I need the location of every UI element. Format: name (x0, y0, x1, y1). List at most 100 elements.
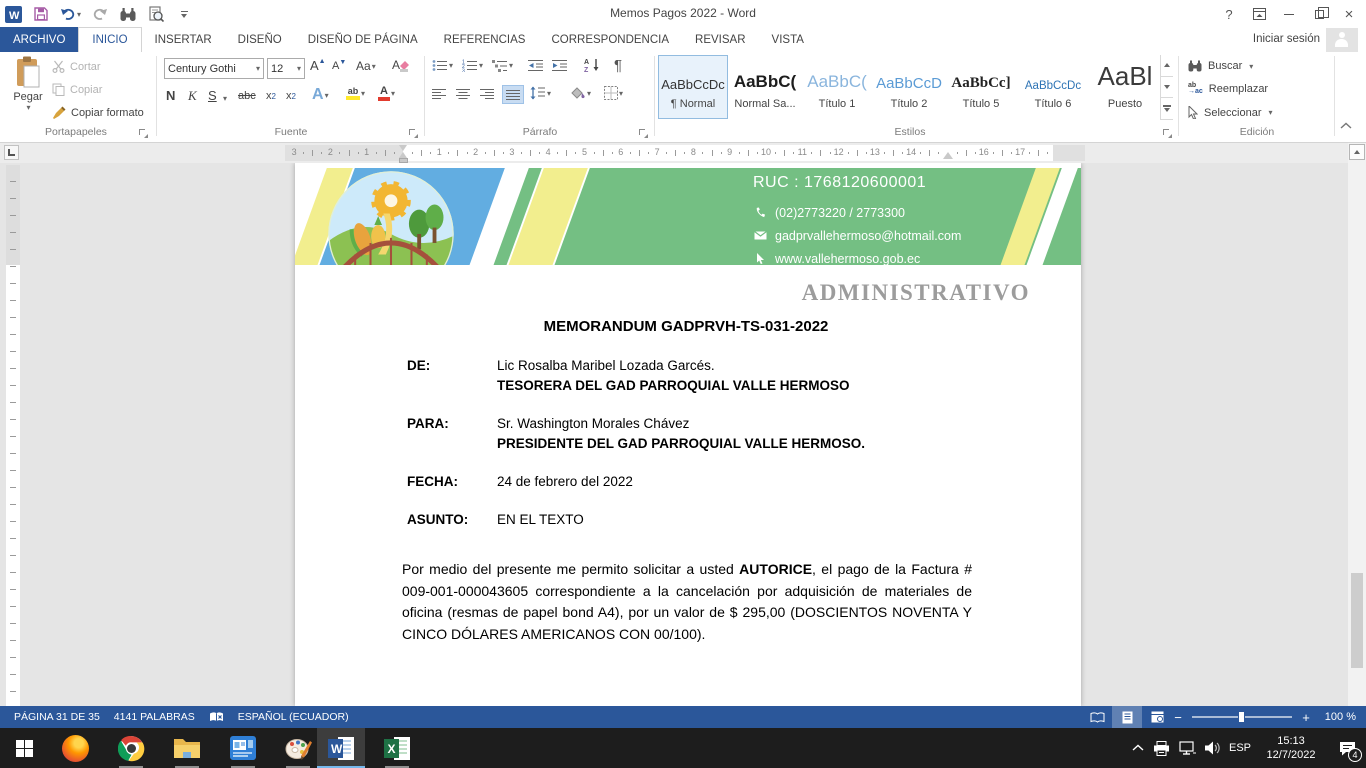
read-mode-button[interactable] (1082, 706, 1112, 728)
clipboard-dialog-launcher[interactable] (138, 128, 148, 138)
web-layout-button[interactable] (1142, 706, 1172, 728)
superscript-button[interactable]: x2 (286, 90, 296, 102)
styles-dialog-launcher[interactable] (1162, 128, 1172, 138)
taskbar-excel[interactable]: X (373, 728, 421, 768)
tab-archivo[interactable]: ARCHIVO (0, 27, 78, 52)
action-center-button[interactable]: 4 (1332, 728, 1362, 768)
scrollbar-thumb[interactable] (1351, 573, 1363, 668)
grow-font-button[interactable]: A▲ (310, 58, 326, 73)
first-line-indent-marker[interactable] (399, 145, 407, 151)
borders-button[interactable]: ▾ (604, 86, 623, 100)
cut-button[interactable]: Cortar (52, 60, 101, 73)
taskbar-blue-app[interactable] (219, 728, 267, 768)
start-button[interactable] (0, 728, 48, 768)
style-título-1[interactable]: AaBbC(Título 1 (802, 55, 872, 119)
paste-button[interactable]: Pegar ▾ (8, 56, 48, 122)
highlight-button[interactable]: ab▾ (346, 86, 365, 100)
shading-button[interactable]: ▾ (570, 86, 591, 100)
zoom-slider[interactable] (1192, 716, 1292, 718)
horizontal-ruler[interactable]: 12312345678910111213141617 (285, 145, 1085, 161)
styles-gallery-expand-button[interactable] (1161, 98, 1173, 120)
language-tray[interactable]: ESP (1229, 742, 1251, 754)
taskbar-firefox[interactable] (51, 728, 99, 768)
style-normal[interactable]: AaBbCcDc¶ Normal (658, 55, 728, 119)
word-count[interactable]: 4141 PALABRAS (114, 711, 195, 723)
shrink-font-button[interactable]: A▼ (332, 60, 346, 72)
replace-button[interactable]: ab→ac Reemplazar (1188, 83, 1268, 95)
find-menu-button[interactable]: Buscar▾ (1188, 60, 1253, 72)
taskbar-chrome[interactable] (107, 728, 155, 768)
tab-referencias[interactable]: REFERENCIAS (431, 27, 539, 52)
decrease-indent-button[interactable] (528, 59, 544, 72)
bullets-button[interactable]: ▾ (432, 59, 453, 72)
bold-button[interactable]: N (166, 88, 175, 103)
tab-diseño-de-página[interactable]: DISEÑO DE PÁGINA (295, 27, 431, 52)
italic-button[interactable]: K (188, 88, 197, 104)
document-page[interactable]: RUC : 1768120600001 (02)2773220 / 277330… (295, 163, 1081, 706)
font-color-button[interactable]: A▾ (378, 85, 395, 101)
styles-scroll-down-button[interactable] (1161, 77, 1173, 99)
tab-vista[interactable]: VISTA (759, 27, 817, 52)
show-paragraph-marks-button[interactable]: ¶ (614, 57, 622, 74)
sign-in-link[interactable]: Iniciar sesión (1253, 33, 1320, 45)
printer-icon[interactable] (1153, 741, 1170, 756)
underline-dropdown-arrow[interactable]: ▾ (223, 94, 227, 103)
clock[interactable]: 15:13 12/7/2022 (1260, 734, 1322, 762)
taskbar-word[interactable]: W (317, 728, 365, 768)
zoom-slider-thumb[interactable] (1238, 711, 1245, 723)
line-spacing-button[interactable]: ▾ (530, 86, 551, 100)
justify-button[interactable] (502, 85, 524, 104)
network-icon[interactable] (1179, 741, 1196, 755)
style-puesto[interactable]: AaBlPuesto (1090, 55, 1160, 119)
style-título-5[interactable]: AaBbCc]Título 5 (946, 55, 1016, 119)
copy-button[interactable]: Copiar (52, 83, 102, 96)
language-indicator[interactable]: ESPAÑOL (ECUADOR) (238, 711, 349, 723)
page-indicator[interactable]: PÁGINA 31 DE 35 (14, 711, 100, 723)
taskbar-file-explorer[interactable] (163, 728, 211, 768)
align-left-button[interactable] (432, 88, 447, 100)
tab-correspondencia[interactable]: CORRESPONDENCIA (538, 27, 682, 52)
ribbon-display-options-button[interactable] (1244, 0, 1274, 28)
text-effects-button[interactable]: A▾ (312, 86, 329, 104)
style-título-2[interactable]: AaBbCcDTítulo 2 (874, 55, 944, 119)
collapse-ribbon-button[interactable] (1340, 122, 1352, 133)
zoom-out-button[interactable]: − (1172, 710, 1184, 725)
zoom-percentage[interactable]: 100 % (1312, 711, 1356, 723)
increase-indent-button[interactable] (552, 59, 568, 72)
tab-inicio[interactable]: INICIO (78, 27, 141, 52)
styles-scroll-up-button[interactable] (1161, 55, 1173, 77)
hidden-icons-chevron[interactable] (1132, 744, 1144, 752)
zoom-in-button[interactable]: + (1300, 710, 1312, 725)
tab-stop-selector[interactable] (4, 145, 19, 160)
style-normal-sa[interactable]: AaBbC(Normal Sa... (730, 55, 800, 119)
underline-button[interactable]: S (208, 88, 217, 103)
multilevel-list-button[interactable]: ▾ (492, 59, 513, 72)
restore-button[interactable] (1304, 0, 1334, 28)
tab-revisar[interactable]: REVISAR (682, 27, 759, 52)
taskbar-paint[interactable] (274, 728, 322, 768)
speaker-icon[interactable] (1205, 741, 1220, 755)
strikethrough-button[interactable]: abc (238, 90, 256, 102)
tab-diseño[interactable]: DISEÑO (225, 27, 295, 52)
avatar[interactable] (1326, 28, 1358, 54)
vertical-ruler[interactable] (6, 165, 20, 706)
change-case-button[interactable]: Aa▾ (356, 59, 376, 73)
help-button[interactable]: ? (1214, 0, 1244, 28)
paste-dropdown-arrow[interactable]: ▾ (9, 103, 48, 112)
align-right-button[interactable] (480, 88, 495, 100)
minimize-button[interactable] (1274, 0, 1304, 28)
paragraph-dialog-launcher[interactable] (638, 128, 648, 138)
proofing-status-icon[interactable] (209, 711, 224, 723)
format-painter-button[interactable]: Copiar formato (52, 106, 144, 119)
right-indent-marker[interactable] (943, 152, 953, 159)
tab-insertar[interactable]: INSERTAR (142, 27, 225, 52)
vertical-scrollbar[interactable] (1348, 143, 1366, 706)
numbering-button[interactable]: 123▾ (462, 59, 483, 72)
sort-button[interactable]: AZ (584, 57, 602, 72)
close-button[interactable]: × (1334, 0, 1364, 28)
style-título-6[interactable]: AaBbCcDcTítulo 6 (1018, 55, 1088, 119)
font-dialog-launcher[interactable] (408, 128, 418, 138)
scroll-up-button[interactable] (1349, 144, 1365, 160)
font-name-combo[interactable]: Century Gothi▾ (164, 58, 264, 79)
select-button[interactable]: Seleccionar▾ (1188, 106, 1273, 119)
